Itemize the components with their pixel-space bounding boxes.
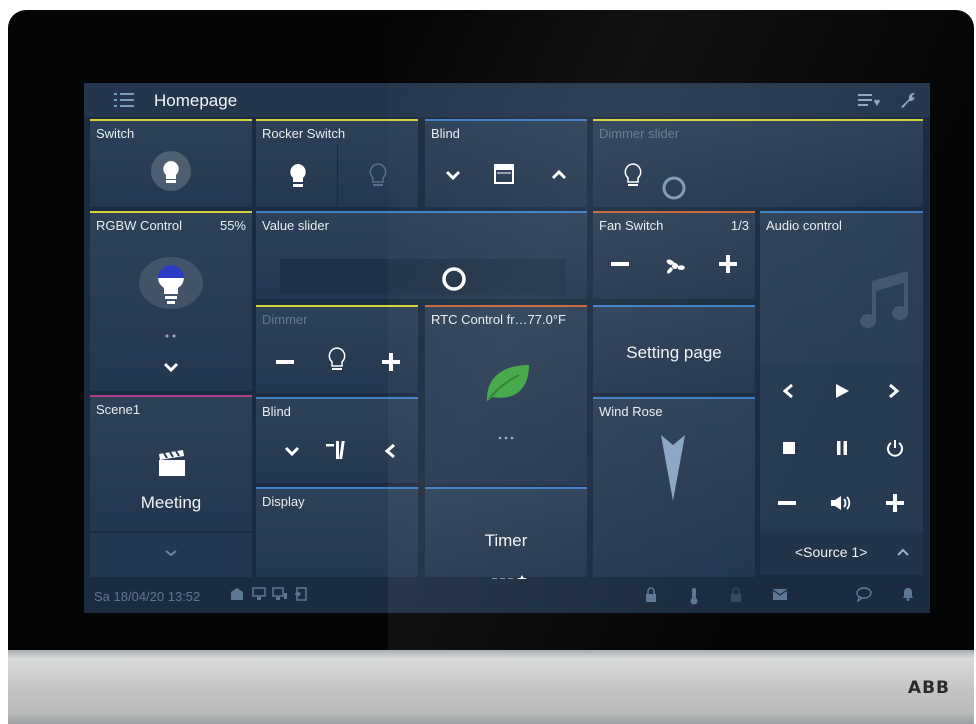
bulb-on-icon[interactable]: [288, 163, 308, 189]
top-bar: Homepage: [84, 83, 930, 117]
previous-icon[interactable]: [782, 383, 794, 399]
next-icon[interactable]: [888, 383, 900, 399]
bulb-on-icon: [151, 151, 191, 191]
switch-tile[interactable]: Switch: [90, 119, 252, 207]
mail-icon[interactable]: [773, 589, 787, 600]
rgbw-label: RGBW Control: [96, 218, 182, 233]
status-datetime: Sa 18/04/20 13:52: [94, 589, 201, 604]
dimmer-slider-label: Dimmer slider: [599, 126, 680, 141]
chevron-up-icon[interactable]: [551, 169, 567, 181]
fan-icon: [666, 259, 685, 274]
audio-control-label: Audio control: [766, 218, 842, 233]
power-icon[interactable]: [886, 439, 904, 457]
wrench-icon[interactable]: [899, 91, 917, 109]
dimmer-label: Dimmer: [262, 312, 308, 327]
brand-logo: ABB: [907, 678, 950, 698]
bulb-off-icon: [624, 163, 642, 186]
speaker-icon: [831, 496, 851, 510]
scene-expand[interactable]: [90, 533, 252, 577]
favorites-list-icon[interactable]: [858, 93, 880, 109]
pause-icon[interactable]: [836, 441, 848, 455]
chevron-down-icon[interactable]: [165, 549, 177, 557]
fan-switch-value: 1/3: [730, 218, 749, 233]
chevron-down-icon[interactable]: [445, 169, 461, 181]
building-icon: [231, 588, 243, 600]
menu-list-icon[interactable]: [114, 92, 134, 108]
source-selector[interactable]: <Source 1>: [760, 533, 923, 575]
lock-icon: [646, 587, 656, 602]
source-label: <Source 1>: [795, 544, 868, 560]
rocker-switch-tile: Rocker Switch: [256, 119, 418, 207]
rgbw-value: 55%: [219, 218, 246, 233]
dimmer-slider-tile[interactable]: Dimmer slider: [593, 119, 923, 207]
music-note-icon: [860, 271, 909, 329]
setting-page-label: Setting page: [626, 343, 722, 362]
bulb-status-icon: [252, 587, 266, 600]
display-label: Display: [262, 494, 305, 509]
value-slider-tile: Value slider: [256, 211, 587, 299]
chevron-down-icon[interactable]: [163, 361, 179, 373]
bulb-status-icon: [272, 587, 287, 600]
device-bottom-panel: ABB: [8, 650, 974, 724]
blind-tile: Blind: [256, 397, 418, 483]
scene-label: Scene1: [96, 402, 141, 417]
minus-icon[interactable]: [611, 261, 629, 267]
fan-switch-tile: Fan Switch 1/3: [593, 211, 755, 299]
minus-icon[interactable]: [276, 359, 294, 365]
rocker-switch-label: Rocker Switch: [262, 126, 346, 141]
volume-up-icon[interactable]: [886, 494, 904, 512]
page-dots-icon: [498, 436, 514, 440]
dimmer-tile: Dimmer: [256, 305, 418, 393]
switch-label: Switch: [96, 126, 135, 141]
thermometer-icon: [690, 588, 698, 605]
rgbw-control-tile: RGBW Control 55%: [90, 211, 252, 391]
wind-direction-arrow-icon: [661, 435, 685, 501]
wind-rose-tile: Wind Rose: [593, 397, 755, 577]
scene-name: Meeting: [140, 493, 202, 512]
slider-handle[interactable]: [661, 175, 687, 201]
setting-page-tile[interactable]: Setting page: [593, 305, 755, 393]
blind-window-icon[interactable]: [493, 163, 515, 185]
eco-leaf-icon: [487, 365, 529, 401]
screen: Homepage Switch Rocker Switch Blind Dimm…: [84, 83, 930, 613]
value-slider-track[interactable]: [280, 259, 566, 295]
bell-icon[interactable]: [902, 587, 914, 601]
chat-bubble-icon[interactable]: [856, 587, 872, 602]
scene-tile[interactable]: Scene1 Meeting: [90, 395, 252, 531]
plus-icon[interactable]: [719, 255, 737, 273]
rtc-control-label: RTC Control fr…77.0°F: [431, 312, 566, 327]
blind-tile: Blind: [425, 119, 587, 207]
plus-icon[interactable]: [382, 353, 400, 371]
device-bezel: Homepage Switch Rocker Switch Blind Dimm…: [8, 10, 974, 652]
display-tile[interactable]: Display: [256, 487, 418, 577]
stop-icon[interactable]: [783, 442, 795, 454]
bulb-off-icon[interactable]: [368, 163, 388, 189]
play-icon[interactable]: [834, 383, 850, 399]
rtc-control-tile[interactable]: RTC Control fr…77.0°F: [425, 305, 587, 485]
audio-control-tile: Audio control <Source 1>: [760, 211, 923, 575]
lock-inactive-icon: [731, 587, 741, 602]
volume-down-icon[interactable]: [778, 501, 796, 506]
timer-tile[interactable]: Timer: [425, 487, 587, 577]
fan-switch-label: Fan Switch: [599, 218, 664, 233]
audio-controls-panel: [760, 365, 923, 529]
status-bar: Sa 18/04/20 13:52: [84, 579, 930, 613]
wind-rose-label: Wind Rose: [599, 404, 663, 419]
chevron-left-icon[interactable]: [384, 443, 396, 459]
clapperboard-icon: [159, 450, 185, 476]
door-icon: [295, 587, 307, 601]
page-dots-icon: [165, 334, 176, 338]
bulb-off-icon: [328, 347, 346, 370]
page-title: Homepage: [154, 91, 238, 110]
blind-label: Blind: [431, 126, 460, 141]
value-slider-label: Value slider: [262, 218, 329, 233]
timer-label: Timer: [484, 531, 528, 550]
blind-label: Blind: [262, 404, 291, 419]
slat-icon[interactable]: [326, 439, 350, 461]
rgbw-bulb-icon[interactable]: [136, 253, 206, 317]
chevron-down-icon[interactable]: [284, 445, 300, 457]
chevron-up-icon[interactable]: [896, 547, 910, 557]
slider-handle[interactable]: [440, 265, 468, 293]
